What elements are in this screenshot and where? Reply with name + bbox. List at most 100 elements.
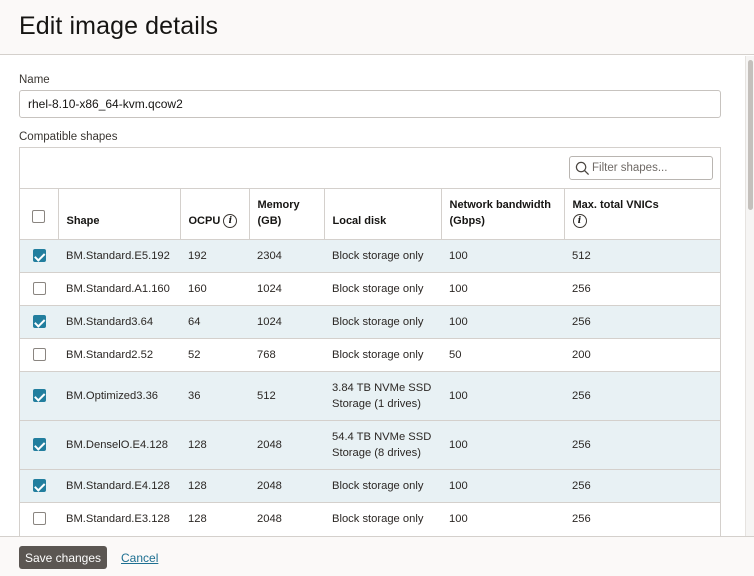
cell-shape: BM.Standard.E5.192 [58, 238, 180, 272]
row-checkbox[interactable] [32, 389, 46, 403]
cell-max-vnics: 512 [564, 238, 720, 272]
column-header-shape-label: Shape [66, 214, 100, 227]
column-header-vnics-label: Max. total VNICs [572, 198, 659, 211]
select-all-checkbox[interactable] [32, 209, 45, 223]
table-row[interactable]: BM.Standard2.52 52 768 Block storage only 50… [20, 337, 720, 371]
cell-local-disk-line1: 3.84 TB NVMe SSD [332, 381, 432, 394]
column-header-local-disk[interactable]: Local disk [323, 189, 441, 239]
filter-shapes-input[interactable] [592, 160, 710, 176]
cell-local-disk: Block storage only [324, 468, 441, 502]
cell-ocpu: 52 [180, 337, 249, 371]
shapes-table: Shape OCPU i Memory (GB) Local disk Netw… [20, 189, 720, 535]
cell-ocpu: 192 [180, 238, 249, 272]
cell-max-vnics: 256 [564, 370, 720, 420]
column-header-shape[interactable]: Shape [57, 189, 180, 239]
cell-memory: 2048 [249, 468, 324, 502]
table-row[interactable]: BM.Standard.E3.128 128 2048 Block storage o… [20, 501, 720, 535]
table-row[interactable]: BM.Standard3.64 64 1024 Block storage only 1… [20, 304, 720, 338]
cell-network-bandwidth: 50 [441, 337, 564, 371]
cell-shape: BM.Standard.E3.128 [58, 501, 180, 535]
cell-memory: 2304 [249, 238, 324, 272]
cell-local-disk-line1: Block storage only [332, 282, 424, 295]
cell-memory: 2048 [249, 419, 324, 469]
cell-network-bandwidth: 100 [441, 238, 564, 272]
cell-shape: BM.Standard.A1.160 [58, 271, 180, 305]
cell-network-bandwidth: 100 [441, 468, 564, 502]
row-select-cell [20, 238, 58, 272]
cell-shape: BM.Standard2.52 [58, 337, 180, 371]
vertical-scrollbar[interactable] [745, 56, 754, 536]
row-checkbox[interactable] [32, 479, 46, 493]
table-row[interactable]: BM.Standard.E5.192 192 2304 Block storage o… [20, 238, 720, 272]
row-select-cell [20, 501, 58, 535]
row-checkbox[interactable] [32, 438, 46, 452]
row-select-cell [20, 419, 58, 469]
cell-ocpu: 128 [180, 501, 249, 535]
column-header-max-vnics[interactable]: Max. total VNICs i [563, 189, 720, 239]
name-input[interactable] [19, 90, 721, 118]
row-checkbox[interactable] [32, 282, 46, 296]
table-toolbar [20, 148, 720, 189]
filter-shapes-field[interactable] [569, 156, 713, 180]
cell-ocpu: 128 [180, 468, 249, 502]
cell-memory: 768 [249, 337, 324, 371]
cell-memory: 512 [249, 370, 324, 420]
row-select-cell [20, 370, 58, 420]
compatible-shapes-label: Compatible shapes [19, 131, 118, 143]
table-header-row: Shape OCPU i Memory (GB) Local disk Netw… [20, 189, 720, 239]
cell-ocpu: 36 [180, 370, 249, 420]
cell-max-vnics: 256 [564, 304, 720, 338]
table-row[interactable]: BM.DenselO.E4.128 128 2048 54.4 TB NVMe SSD… [20, 419, 720, 469]
save-changes-button[interactable]: Save changes [19, 546, 107, 569]
table-row[interactable]: BM.Standard.E4.128 128 2048 Block storage o… [20, 468, 720, 502]
cell-shape: BM.DenselO.E4.128 [58, 419, 180, 469]
row-checkbox[interactable] [32, 315, 46, 329]
cell-local-disk: 3.84 TB NVMe SSD Storage (1 drives) [324, 370, 441, 420]
cell-local-disk-line2: Storage (8 drives) [332, 446, 421, 459]
ocpu-info-icon[interactable]: i [223, 213, 238, 228]
cell-local-disk-line1: Block storage only [332, 479, 424, 492]
cell-memory: 1024 [249, 271, 324, 305]
cell-network-bandwidth: 100 [441, 501, 564, 535]
cell-max-vnics: 200 [564, 337, 720, 371]
dialog-body: Name Compatible shapes [0, 56, 745, 536]
table-row[interactable]: BM.Optimized3.36 36 512 3.84 TB NVMe SSD Sto… [20, 370, 720, 420]
cell-network-bandwidth: 100 [441, 304, 564, 338]
cell-network-bandwidth: 100 [441, 370, 564, 420]
cell-local-disk-line1: Block storage only [332, 512, 424, 525]
cell-local-disk-line1: 54.4 TB NVMe SSD [332, 430, 432, 443]
table-row[interactable]: BM.Standard.A1.160 160 1024 Block storage o… [20, 271, 720, 305]
dialog-header: Edit image details [0, 0, 754, 55]
scrollbar-thumb[interactable] [748, 60, 753, 210]
column-header-memory[interactable]: Memory (GB) [248, 189, 324, 239]
column-header-local-disk-label: Local disk [332, 214, 387, 227]
column-header-ocpu[interactable]: OCPU i [179, 189, 249, 239]
cell-local-disk-line2: Storage (1 drives) [332, 397, 421, 410]
cell-network-bandwidth: 100 [441, 271, 564, 305]
vnics-info-icon[interactable]: i [572, 213, 587, 228]
row-checkbox[interactable] [32, 512, 46, 526]
name-label: Name [19, 74, 50, 86]
column-header-bandwidth-unit: (Gbps) [449, 214, 485, 227]
cell-local-disk: Block storage only [324, 501, 441, 535]
cell-max-vnics: 256 [564, 501, 720, 535]
row-select-cell [20, 337, 58, 371]
cell-local-disk-line1: Block storage only [332, 348, 424, 361]
cell-local-disk-line1: Block storage only [332, 315, 424, 328]
dialog-footer: Save changes Cancel [0, 536, 754, 576]
cell-ocpu: 160 [180, 271, 249, 305]
column-header-bandwidth-label: Network bandwidth [449, 198, 551, 211]
cell-max-vnics: 256 [564, 419, 720, 469]
row-checkbox[interactable] [32, 249, 46, 263]
row-checkbox[interactable] [32, 348, 46, 362]
cancel-link[interactable]: Cancel [121, 551, 158, 565]
cell-shape: BM.Optimized3.36 [58, 370, 180, 420]
cell-shape: BM.Standard3.64 [58, 304, 180, 338]
row-select-cell [20, 271, 58, 305]
column-header-network-bandwidth[interactable]: Network bandwidth (Gbps) [440, 189, 564, 239]
cell-shape: BM.Standard.E4.128 [58, 468, 180, 502]
shapes-table-container: Shape OCPU i Memory (GB) [19, 147, 721, 536]
cell-local-disk: Block storage only [324, 238, 441, 272]
cell-memory: 2048 [249, 501, 324, 535]
dialog-title: Edit image details [19, 12, 219, 40]
